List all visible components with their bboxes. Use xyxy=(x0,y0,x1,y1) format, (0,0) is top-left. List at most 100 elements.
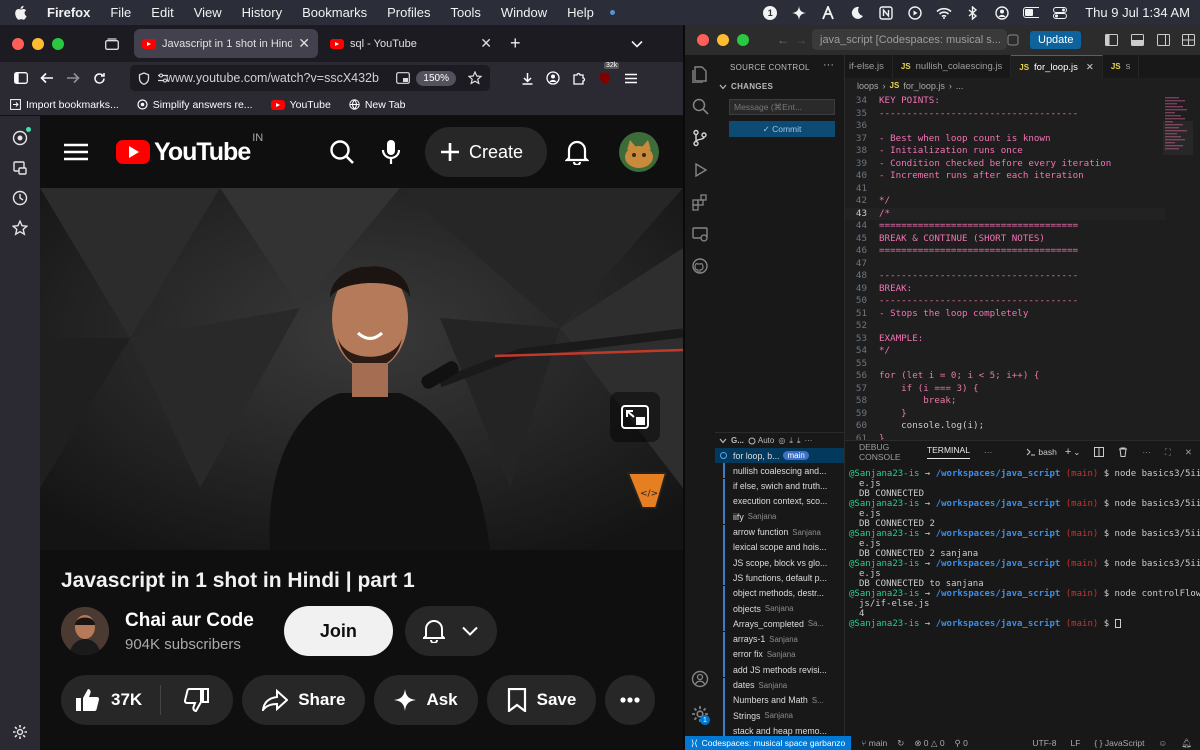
graph-more-icon[interactable]: ··· xyxy=(804,436,812,445)
ask-button[interactable]: Ask xyxy=(374,675,478,725)
forward-button[interactable] xyxy=(60,65,86,91)
sparkle-icon[interactable] xyxy=(791,5,807,21)
graph-push-icon[interactable]: ⤓ xyxy=(797,436,801,446)
chatbot-sidebar-icon[interactable] xyxy=(12,127,31,146)
join-button[interactable]: Join xyxy=(283,606,393,656)
wifi-icon[interactable] xyxy=(936,5,952,21)
commit-graph-row[interactable]: for loop, b... main xyxy=(715,448,844,463)
graph-auto-toggle[interactable]: Auto xyxy=(748,436,774,445)
commit-message-input[interactable]: Message (⌘Ent... xyxy=(729,99,835,115)
menu-view[interactable]: View xyxy=(194,5,222,20)
voice-search-icon[interactable] xyxy=(381,139,401,165)
menu-file[interactable]: File xyxy=(110,5,131,20)
search-icon[interactable] xyxy=(329,139,355,165)
eol-indicator[interactable]: LF xyxy=(1071,738,1081,749)
create-button[interactable]: Create xyxy=(424,127,547,177)
account-icon[interactable] xyxy=(540,65,566,91)
minimize-window-button[interactable] xyxy=(32,37,44,50)
panel-more-icon[interactable]: ··· xyxy=(984,447,993,457)
url-bar[interactable]: www.youtube.com/watch?v=sscX432b 150% xyxy=(130,65,490,91)
menu-profiles[interactable]: Profiles xyxy=(387,5,430,20)
terminal-dropdown-icon[interactable]: ⌄ xyxy=(1073,447,1080,458)
dislike-button[interactable] xyxy=(171,688,233,712)
language-indicator[interactable]: { } JavaScript xyxy=(1094,738,1144,749)
commit-graph-row[interactable]: lexical scope and hois... xyxy=(715,539,844,555)
tab-sql-youtube[interactable]: sql - YouTube ✕ xyxy=(322,29,500,58)
customize-sidebar-gear-icon[interactable] xyxy=(12,724,28,740)
commit-graph-row[interactable]: object methods, destr... xyxy=(715,585,844,601)
split-terminal-icon[interactable] xyxy=(1094,447,1105,457)
youtube-logo[interactable]: YouTube IN xyxy=(116,132,263,167)
notifications-bell-icon[interactable] xyxy=(565,139,589,165)
breadcrumb-symbol[interactable]: ... xyxy=(956,81,964,91)
channel-name[interactable]: Chai aur Code xyxy=(125,610,254,632)
close-panel-icon[interactable]: ✕ xyxy=(1185,447,1200,458)
tab-overview-icon[interactable] xyxy=(102,37,122,50)
commit-graph-row[interactable]: dates Sanjana xyxy=(715,677,844,693)
notifications-bell-icon[interactable]: 🔔︎ xyxy=(1181,738,1192,749)
remote-explorer-icon[interactable] xyxy=(691,225,709,243)
zoom-window-button[interactable] xyxy=(52,37,64,50)
bookmark-import[interactable]: Import bookmarks... xyxy=(10,99,119,111)
bookmark-youtube[interactable]: YouTube xyxy=(270,99,331,111)
editor-tab-nullish[interactable]: JS nullish_colaescing.js xyxy=(893,55,1012,78)
commit-graph-row[interactable]: Arrays_completed Sa... xyxy=(715,616,844,632)
commit-graph-row[interactable]: arrow function Sanjana xyxy=(715,524,844,540)
breadcrumb-file[interactable]: for_loop.js xyxy=(903,81,945,91)
commit-graph-row[interactable]: Strings Sanjana xyxy=(715,708,844,724)
commit-graph-row[interactable]: JS scope, block vs glo... xyxy=(715,555,844,571)
guide-menu-icon[interactable] xyxy=(64,143,88,161)
share-button[interactable]: Share xyxy=(242,675,366,725)
vector-app-icon[interactable] xyxy=(820,5,836,21)
sync-icon[interactable]: ↻ xyxy=(897,738,904,749)
minimize-window-button[interactable] xyxy=(717,34,729,46)
terminal-shell-selector[interactable]: bash xyxy=(1026,447,1057,457)
nav-forward-icon[interactable]: → xyxy=(795,33,807,47)
copilot-icon[interactable] xyxy=(1007,34,1019,46)
back-button[interactable] xyxy=(34,65,60,91)
channel-avatar[interactable] xyxy=(61,607,109,655)
toggle-secondary-sidebar-icon[interactable] xyxy=(1157,34,1170,46)
bookmark-simplify[interactable]: Simplify answers re... xyxy=(137,99,253,111)
extensions-icon[interactable] xyxy=(566,65,592,91)
commit-button[interactable]: ✓ Commit xyxy=(729,121,835,137)
subscription-bell-button[interactable] xyxy=(404,606,497,656)
ports-indicator[interactable]: ⚲ 0 xyxy=(955,738,968,749)
play-circle-icon[interactable] xyxy=(907,5,923,21)
run-debug-icon[interactable] xyxy=(691,161,709,179)
new-terminal-icon[interactable]: + xyxy=(1065,446,1071,458)
active-app-name[interactable]: Firefox xyxy=(47,5,90,20)
notion-icon[interactable] xyxy=(878,5,894,21)
like-button[interactable]: 37K xyxy=(61,685,162,715)
commit-graph-row[interactable]: error fix Sanjana xyxy=(715,646,844,662)
commit-graph-row[interactable]: if else, swich and truth... xyxy=(715,478,844,494)
save-button[interactable]: Save xyxy=(486,675,597,725)
downloads-icon[interactable] xyxy=(514,65,540,91)
sidebar-toggle-icon[interactable] xyxy=(8,65,34,91)
commit-graph-row[interactable]: nullish coalescing and... xyxy=(715,463,844,479)
menu-bookmarks[interactable]: Bookmarks xyxy=(302,5,367,20)
commit-graph-row[interactable]: iify Sanjana xyxy=(715,509,844,525)
copilot-status-icon[interactable]: ☺ xyxy=(1159,738,1168,749)
explorer-icon[interactable] xyxy=(691,65,709,83)
user-avatar[interactable] xyxy=(619,132,659,172)
commit-graph-row[interactable]: arrays-1 Sanjana xyxy=(715,631,844,647)
site-info-icon[interactable] xyxy=(157,73,169,83)
menu-window[interactable]: Window xyxy=(501,5,547,20)
problems-indicator[interactable]: ⊗ 0 △ 0 xyxy=(914,738,944,749)
notification-icon[interactable]: 1 xyxy=(762,5,778,21)
extensions-icon[interactable] xyxy=(691,193,709,211)
editor-tab-s[interactable]: JS s xyxy=(1103,55,1140,78)
new-tab-button[interactable]: + xyxy=(510,33,521,54)
zoom-level-badge[interactable]: 150% xyxy=(416,70,456,86)
terminal-more-icon[interactable]: ··· xyxy=(1142,447,1151,457)
close-tab-icon[interactable]: ✕ xyxy=(292,35,310,52)
battery-icon[interactable] xyxy=(1023,5,1040,21)
bluetooth-icon[interactable] xyxy=(965,5,981,21)
commit-graph-row[interactable]: add JS methods revisi... xyxy=(715,662,844,678)
commit-graph-row[interactable]: Numbers and Math S... xyxy=(715,692,844,708)
github-icon[interactable] xyxy=(691,257,709,275)
shield-icon[interactable] xyxy=(138,71,150,85)
source-control-icon[interactable] xyxy=(691,129,709,147)
menu-tools[interactable]: Tools xyxy=(451,5,481,20)
